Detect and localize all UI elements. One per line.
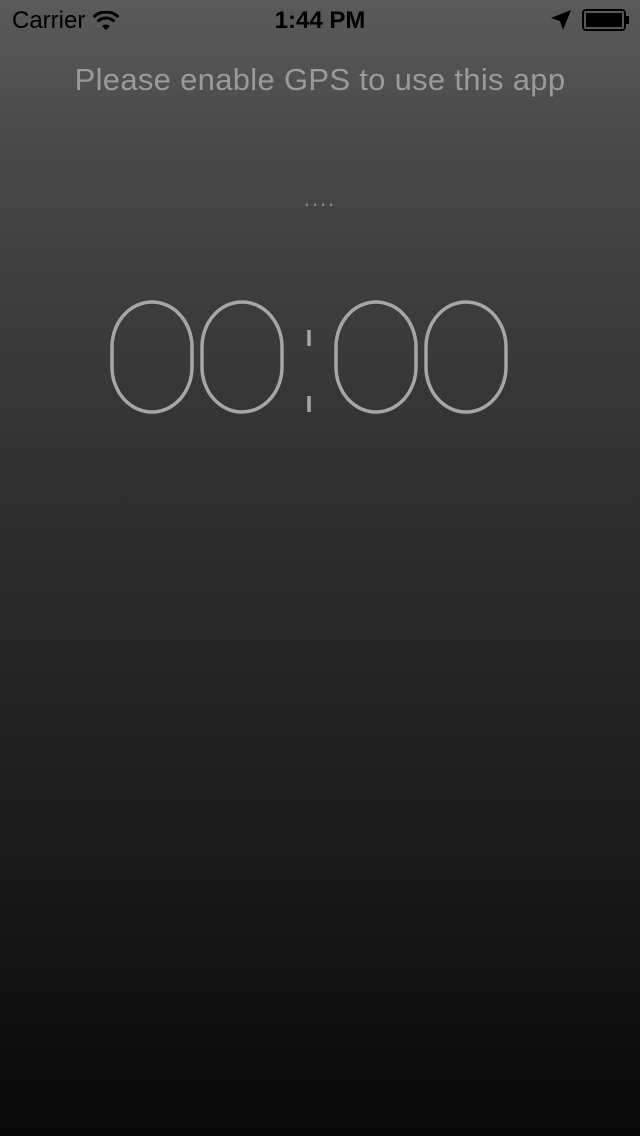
status-bar: Carrier 1:44 PM	[0, 0, 640, 40]
status-indicator-dots: ....	[303, 186, 337, 211]
timer-separator-value: :	[110, 300, 111, 301]
timer-display: 00 : 00	[0, 300, 640, 418]
status-time: 1:44 PM	[274, 7, 366, 34]
status-right-icons	[550, 9, 630, 31]
timer-seconds-value: 00	[110, 300, 112, 301]
gps-message: Please enable GPS to use this app	[74, 62, 566, 97]
minutes-ones-digit	[200, 300, 284, 414]
minutes-tens-digit	[110, 300, 194, 414]
seconds-ones-digit	[424, 300, 508, 414]
battery-icon	[582, 9, 629, 31]
timer-minutes-value: 00	[110, 300, 112, 301]
location-arrow-icon	[551, 10, 571, 30]
timer-digits: 00 : 00	[110, 300, 508, 414]
seconds-tens-digit	[334, 300, 418, 414]
